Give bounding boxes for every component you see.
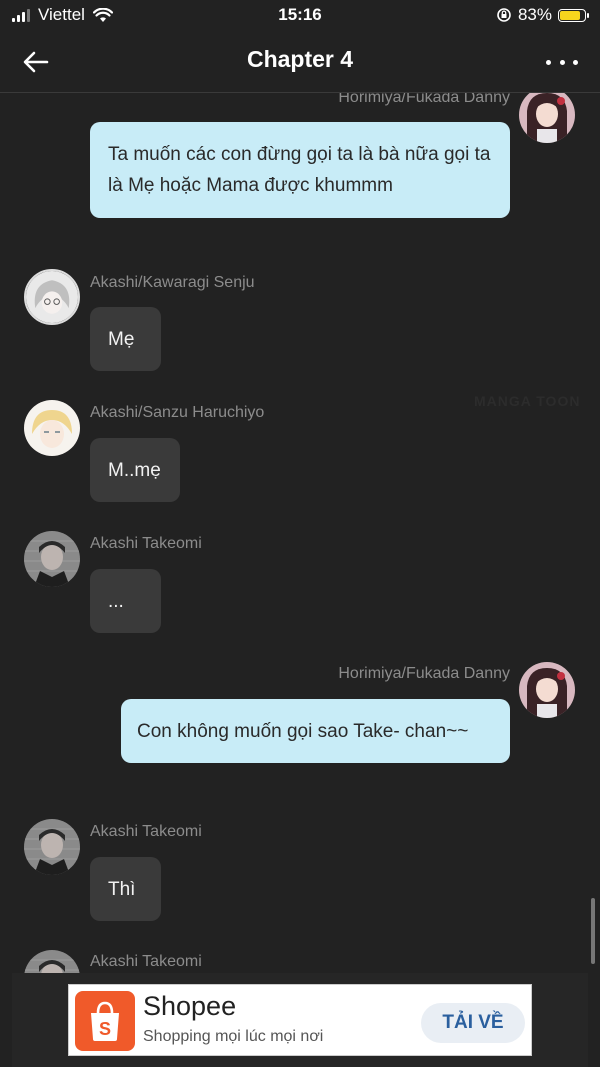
shopee-logo-icon: S (75, 991, 135, 1051)
message-bubble: ... (90, 569, 161, 633)
watermark: MANGA TOON (474, 393, 581, 409)
svg-text:S: S (99, 1019, 111, 1039)
ad-tagline: Shopping mọi lúc mọi nơi (143, 1028, 324, 1045)
battery-percent: 83% (517, 5, 552, 24)
ad-banner[interactable]: S Shopee Shopping mọi lúc mọi nơi TẢI VỀ (68, 984, 532, 1056)
download-button[interactable]: TẢI VỀ (421, 1003, 525, 1043)
message-bubble: M..mẹ (90, 438, 180, 502)
sender-name: Akashi Takeomi (90, 535, 202, 552)
sender-name: Akashi Takeomi (90, 953, 202, 970)
page-title: Chapter 4 (246, 46, 354, 72)
message-bubble: Mẹ (90, 307, 161, 371)
avatar-takeomi[interactable] (24, 531, 80, 587)
sender-name: Akashi/Sanzu Haruchiyo (90, 404, 265, 421)
avatar-takeomi[interactable] (24, 819, 80, 875)
avatar-danny[interactable] (519, 662, 575, 718)
orientation-lock-icon (497, 8, 511, 22)
status-right: 83% (496, 5, 589, 25)
message-bubble: Con không muốn gọi sao Take- chan~~ (121, 699, 510, 763)
sender-name: Horimiya/Fukada Danny (338, 93, 510, 106)
sender-name: Akashi/Kawaragi Senju (90, 274, 255, 291)
message-bubble: Ta muốn các con đừng gọi ta là bà nữa gọ… (90, 122, 510, 218)
message-bubble: Thì (90, 857, 161, 921)
more-options-icon[interactable] (546, 50, 578, 74)
sender-name: Horimiya/Fukada Danny (338, 665, 510, 682)
nav-bar: Chapter 4 (0, 32, 600, 93)
battery-icon (558, 8, 589, 22)
scrollbar[interactable] (591, 898, 595, 964)
sender-name: Akashi Takeomi (90, 823, 202, 840)
ad-brand: Shopee (143, 991, 237, 1021)
avatar-sanzu[interactable] (24, 400, 80, 456)
chat-list[interactable]: Horimiya/Fukada Danny Ta muốn các con đừ… (0, 93, 600, 973)
avatar-senju[interactable] (24, 269, 80, 325)
status-bar: Viettel 15:16 83% (0, 0, 600, 32)
avatar-danny[interactable] (519, 93, 575, 143)
avatar-takeomi[interactable] (24, 950, 80, 973)
